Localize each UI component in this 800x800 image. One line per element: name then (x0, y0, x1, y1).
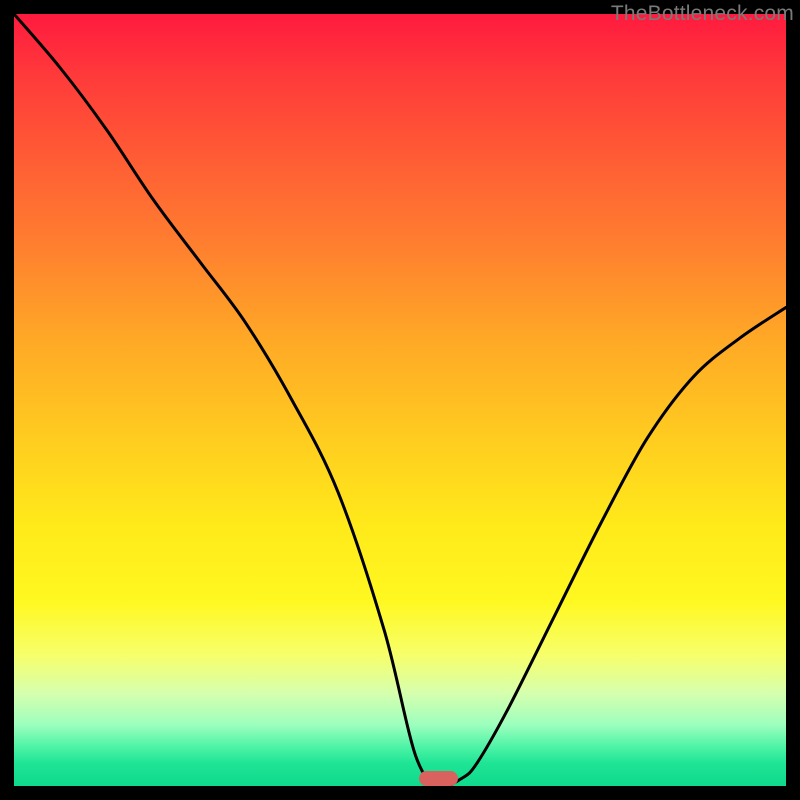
watermark: TheBottleneck.com (611, 2, 794, 26)
min-marker (419, 771, 458, 786)
